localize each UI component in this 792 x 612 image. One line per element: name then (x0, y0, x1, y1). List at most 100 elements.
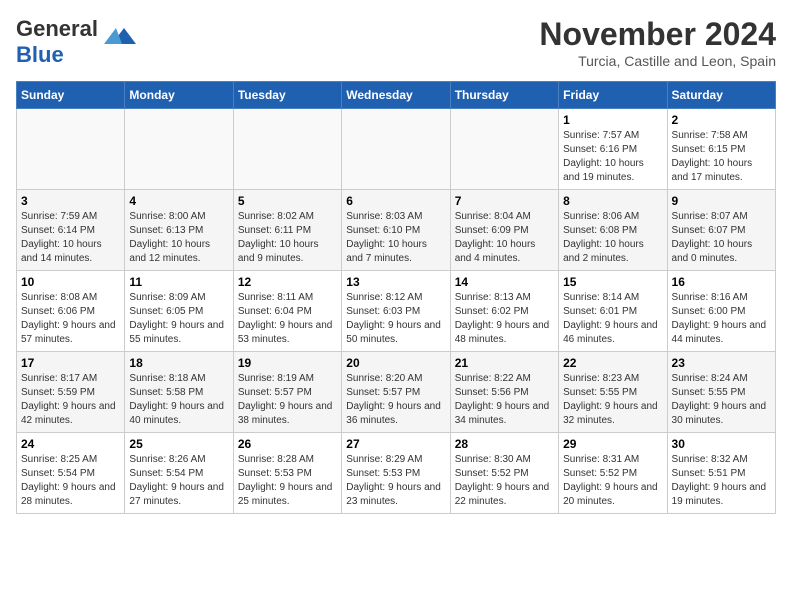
day-number: 15 (563, 275, 662, 289)
calendar-cell: 5 Sunrise: 8:02 AM Sunset: 6:11 PM Daylig… (233, 190, 341, 271)
calendar-cell (342, 109, 450, 190)
calendar-cell: 19 Sunrise: 8:19 AM Sunset: 5:57 PM Dayli… (233, 352, 341, 433)
day-header-wednesday: Wednesday (342, 82, 450, 109)
day-detail: Sunrise: 7:57 AM Sunset: 6:16 PM Dayligh… (563, 129, 662, 185)
day-detail: Sunrise: 8:07 AM Sunset: 6:07 PM Dayligh… (672, 210, 771, 266)
week-row-3: 10Sunrise: 8:08 AM Sunset: 6:06 PM Dayli… (17, 271, 776, 352)
location-title: Turcia, Castille and Leon, Spain (539, 53, 776, 69)
calendar-cell: 20 Sunrise: 8:20 AM Sunset: 5:57 PM Dayli… (342, 352, 450, 433)
day-header-sunday: Sunday (17, 82, 125, 109)
day-number: 2 (672, 113, 771, 127)
calendar-cell: 1 Sunrise: 7:57 AM Sunset: 6:16 PM Daylig… (559, 109, 667, 190)
day-header-thursday: Thursday (450, 82, 558, 109)
calendar-cell: 12 Sunrise: 8:11 AM Sunset: 6:04 PM Dayli… (233, 271, 341, 352)
day-number: 6 (346, 194, 445, 208)
calendar-cell (125, 109, 233, 190)
day-number: 14 (455, 275, 554, 289)
day-detail: Sunrise: 7:59 AM Sunset: 6:14 PM Dayligh… (21, 210, 120, 266)
day-detail: Sunrise: 8:09 AM Sunset: 6:05 PM Dayligh… (129, 291, 228, 347)
calendar-table: SundayMondayTuesdayWednesdayThursdayFrid… (16, 81, 776, 514)
calendar-cell (17, 109, 125, 190)
week-row-1: 1 Sunrise: 7:57 AM Sunset: 6:16 PM Daylig… (17, 109, 776, 190)
calendar-cell: 3Sunrise: 7:59 AM Sunset: 6:14 PM Daylig… (17, 190, 125, 271)
day-header-monday: Monday (125, 82, 233, 109)
calendar-cell: 26 Sunrise: 8:28 AM Sunset: 5:53 PM Dayli… (233, 433, 341, 514)
day-number: 16 (672, 275, 771, 289)
calendar-cell: 21 Sunrise: 8:22 AM Sunset: 5:56 PM Dayli… (450, 352, 558, 433)
day-detail: Sunrise: 8:03 AM Sunset: 6:10 PM Dayligh… (346, 210, 445, 266)
logo: General Blue (16, 16, 136, 68)
calendar-cell: 17 Sunrise: 8:17 AM Sunset: 5:59 PM Dayli… (17, 352, 125, 433)
calendar-cell (233, 109, 341, 190)
calendar-cell: 13 Sunrise: 8:12 AM Sunset: 6:03 PM Dayli… (342, 271, 450, 352)
day-number: 30 (672, 437, 771, 451)
day-number: 18 (129, 356, 228, 370)
day-number: 10 (21, 275, 120, 289)
calendar-cell: 18 Sunrise: 8:18 AM Sunset: 5:58 PM Dayli… (125, 352, 233, 433)
day-detail: Sunrise: 8:28 AM Sunset: 5:53 PM Dayligh… (238, 453, 337, 509)
day-number: 21 (455, 356, 554, 370)
header: General Blue November 2024 Turcia, Casti… (16, 16, 776, 69)
day-number: 28 (455, 437, 554, 451)
day-number: 13 (346, 275, 445, 289)
day-detail: Sunrise: 8:32 AM Sunset: 5:51 PM Dayligh… (672, 453, 771, 509)
day-number: 23 (672, 356, 771, 370)
calendar-cell: 8 Sunrise: 8:06 AM Sunset: 6:08 PM Daylig… (559, 190, 667, 271)
day-number: 26 (238, 437, 337, 451)
day-number: 17 (21, 356, 120, 370)
day-detail: Sunrise: 8:30 AM Sunset: 5:52 PM Dayligh… (455, 453, 554, 509)
day-number: 7 (455, 194, 554, 208)
day-detail: Sunrise: 8:06 AM Sunset: 6:08 PM Dayligh… (563, 210, 662, 266)
day-detail: Sunrise: 8:14 AM Sunset: 6:01 PM Dayligh… (563, 291, 662, 347)
day-detail: Sunrise: 8:20 AM Sunset: 5:57 PM Dayligh… (346, 372, 445, 428)
calendar-cell: 7 Sunrise: 8:04 AM Sunset: 6:09 PM Daylig… (450, 190, 558, 271)
day-number: 20 (346, 356, 445, 370)
logo-icon (104, 24, 136, 51)
day-number: 8 (563, 194, 662, 208)
day-detail: Sunrise: 8:22 AM Sunset: 5:56 PM Dayligh… (455, 372, 554, 428)
day-detail: Sunrise: 8:24 AM Sunset: 5:55 PM Dayligh… (672, 372, 771, 428)
calendar-cell: 6 Sunrise: 8:03 AM Sunset: 6:10 PM Daylig… (342, 190, 450, 271)
logo-general: General (16, 16, 98, 41)
calendar-cell: 14Sunrise: 8:13 AM Sunset: 6:02 PM Dayli… (450, 271, 558, 352)
title-block: November 2024 Turcia, Castille and Leon,… (539, 16, 776, 69)
day-detail: Sunrise: 8:23 AM Sunset: 5:55 PM Dayligh… (563, 372, 662, 428)
day-detail: Sunrise: 8:31 AM Sunset: 5:52 PM Dayligh… (563, 453, 662, 509)
day-number: 29 (563, 437, 662, 451)
day-detail: Sunrise: 8:18 AM Sunset: 5:58 PM Dayligh… (129, 372, 228, 428)
calendar-cell: 9 Sunrise: 8:07 AM Sunset: 6:07 PM Daylig… (667, 190, 775, 271)
day-number: 4 (129, 194, 228, 208)
day-number: 19 (238, 356, 337, 370)
calendar-header-row: SundayMondayTuesdayWednesdayThursdayFrid… (17, 82, 776, 109)
day-number: 25 (129, 437, 228, 451)
week-row-4: 17 Sunrise: 8:17 AM Sunset: 5:59 PM Dayli… (17, 352, 776, 433)
calendar-cell: 4 Sunrise: 8:00 AM Sunset: 6:13 PM Daylig… (125, 190, 233, 271)
calendar-cell: 2 Sunrise: 7:58 AM Sunset: 6:15 PM Daylig… (667, 109, 775, 190)
day-header-tuesday: Tuesday (233, 82, 341, 109)
calendar-cell: 30 Sunrise: 8:32 AM Sunset: 5:51 PM Dayli… (667, 433, 775, 514)
day-number: 1 (563, 113, 662, 127)
day-detail: Sunrise: 8:17 AM Sunset: 5:59 PM Dayligh… (21, 372, 120, 428)
week-row-5: 24 Sunrise: 8:25 AM Sunset: 5:54 PM Dayli… (17, 433, 776, 514)
day-detail: Sunrise: 8:25 AM Sunset: 5:54 PM Dayligh… (21, 453, 120, 509)
calendar-cell: 15 Sunrise: 8:14 AM Sunset: 6:01 PM Dayli… (559, 271, 667, 352)
calendar-cell (450, 109, 558, 190)
calendar-cell: 29 Sunrise: 8:31 AM Sunset: 5:52 PM Dayli… (559, 433, 667, 514)
calendar-cell: 24 Sunrise: 8:25 AM Sunset: 5:54 PM Dayli… (17, 433, 125, 514)
day-number: 24 (21, 437, 120, 451)
day-detail: Sunrise: 8:02 AM Sunset: 6:11 PM Dayligh… (238, 210, 337, 266)
day-number: 12 (238, 275, 337, 289)
day-detail: Sunrise: 8:04 AM Sunset: 6:09 PM Dayligh… (455, 210, 554, 266)
day-detail: Sunrise: 8:19 AM Sunset: 5:57 PM Dayligh… (238, 372, 337, 428)
day-detail: Sunrise: 8:12 AM Sunset: 6:03 PM Dayligh… (346, 291, 445, 347)
day-detail: Sunrise: 8:00 AM Sunset: 6:13 PM Dayligh… (129, 210, 228, 266)
logo-blue: Blue (16, 42, 64, 67)
month-title: November 2024 (539, 16, 776, 53)
day-detail: Sunrise: 8:29 AM Sunset: 5:53 PM Dayligh… (346, 453, 445, 509)
day-detail: Sunrise: 7:58 AM Sunset: 6:15 PM Dayligh… (672, 129, 771, 185)
day-number: 27 (346, 437, 445, 451)
day-number: 5 (238, 194, 337, 208)
day-detail: Sunrise: 8:11 AM Sunset: 6:04 PM Dayligh… (238, 291, 337, 347)
day-header-saturday: Saturday (667, 82, 775, 109)
day-number: 9 (672, 194, 771, 208)
